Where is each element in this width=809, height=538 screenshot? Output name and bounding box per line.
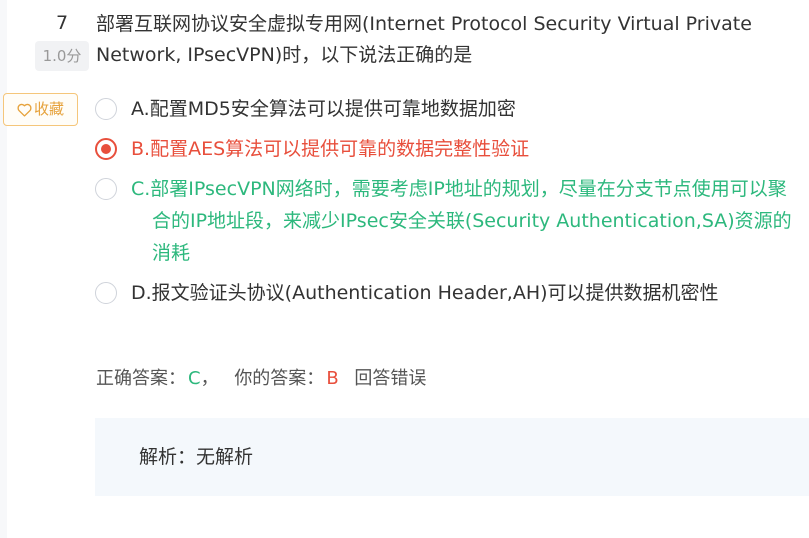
analysis-text: 无解析 xyxy=(196,446,254,468)
left-rail xyxy=(0,0,7,538)
answer-separator: ， xyxy=(200,368,219,389)
analysis-label: 解析： xyxy=(139,446,197,468)
radio-c[interactable] xyxy=(95,178,117,200)
question-score-badge: 1.0分 xyxy=(35,41,89,71)
question-number: 7 xyxy=(56,12,69,34)
correct-answer-value: C xyxy=(188,368,201,389)
radio-d[interactable] xyxy=(95,282,117,304)
option-b-text: B.配置AES算法可以提供可靠的数据完整性验证 xyxy=(131,138,530,160)
question-stem: 部署互联网协议安全虚拟专用网(Internet Protocol Securit… xyxy=(96,13,752,66)
favorite-button[interactable]: 收藏 xyxy=(3,93,78,126)
option-d-text: D.报文验证头协议(Authentication Header,AH)可以提供数… xyxy=(131,282,719,304)
answer-summary: 正确答案： C， 你的答案： B 回答错误 xyxy=(96,364,426,394)
correct-answer-label: 正确答案： xyxy=(96,368,186,389)
analysis-content: 解析：无解析 xyxy=(139,442,253,472)
my-answer-value: B xyxy=(326,368,339,389)
option-a-text: A.配置MD5安全算法可以提供可靠地数据加密 xyxy=(131,98,516,120)
heart-outline-icon xyxy=(17,103,32,117)
radio-a[interactable] xyxy=(95,98,117,120)
radio-b-selected[interactable] xyxy=(95,138,117,160)
answer-verdict: 回答错误 xyxy=(354,368,427,389)
option-c-text: C.部署IPsecVPN网络时，需要考虑IP地址的规划，尽量在分支节点使用可以聚… xyxy=(131,178,792,264)
my-answer-label: 你的答案： xyxy=(234,368,325,389)
analysis-panel: 解析：无解析 xyxy=(95,418,809,496)
favorite-label: 收藏 xyxy=(33,100,64,118)
